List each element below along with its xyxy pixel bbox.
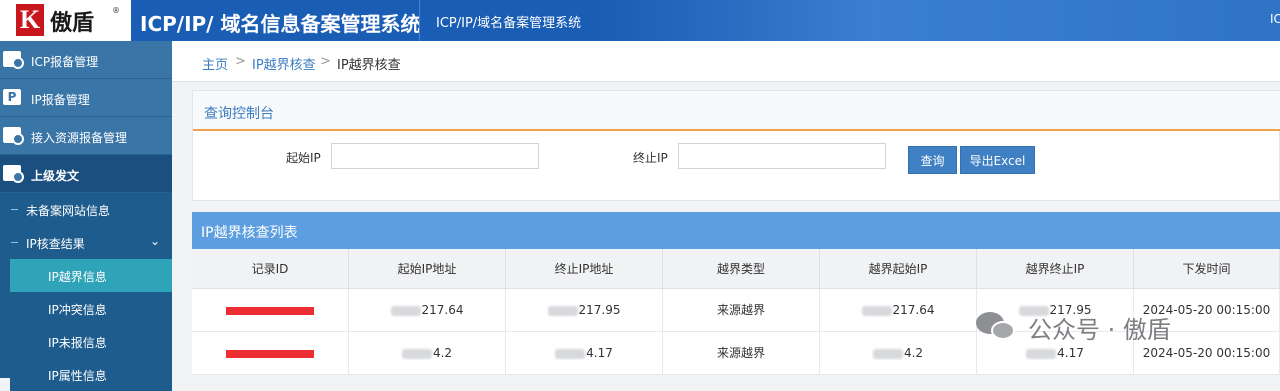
sidebar-item-label: 上级发文: [31, 169, 80, 183]
sidebar-item-label: 接入资源报备管理: [31, 131, 128, 145]
breadcrumb: 主页 > IP越界核查 > IP越界核查: [172, 41, 1280, 82]
end-ip-input[interactable]: [678, 143, 886, 169]
app-header: K 傲盾 ® ICP/IP/ 域名信息备案管理系统 ICP/IP/域名备案管理系…: [0, 0, 1280, 41]
blurred-text: [401, 348, 432, 359]
breadcrumb-ip-check[interactable]: IP越界核查: [252, 54, 316, 73]
column-header[interactable]: 越界起始IP: [820, 249, 977, 289]
sidebar-leaf-label: IP属性信息: [48, 369, 107, 383]
end-ip-value: 217.95: [578, 303, 621, 317]
table-cell-record-id: [192, 289, 349, 332]
column-header[interactable]: 终止IP地址: [506, 249, 663, 289]
sidebar-item-superior-docs[interactable]: 上级发文: [0, 155, 172, 193]
query-panel-title: 查询控制台: [204, 106, 274, 122]
table-cell-over-start: 4.2: [820, 332, 977, 375]
sidebar-sub-ip-check-results[interactable]: IP核查结果 ⌄: [0, 226, 172, 259]
sidebar-leaf-ip-attribute[interactable]: IP属性信息: [10, 358, 172, 391]
query-panel: 查询控制台 起始IP 终止IP 查询 导出Excel: [192, 90, 1280, 201]
sidebar-leaf-ip-unreported[interactable]: IP未报信息: [10, 325, 172, 358]
folder-gear-icon: [3, 51, 24, 69]
sidebar-leaf-label: IP冲突信息: [48, 303, 107, 317]
logo[interactable]: K 傲盾 ®: [0, 0, 131, 41]
table-cell-record-id: [192, 332, 349, 375]
blurred-text: [872, 348, 903, 359]
registered-mark: ®: [112, 6, 120, 15]
folder-gear-icon: [3, 127, 24, 145]
sidebar-leaf-ip-conflict[interactable]: IP冲突信息: [10, 292, 172, 325]
breadcrumb-separator: >: [235, 54, 246, 69]
search-button[interactable]: 查询: [908, 146, 957, 174]
header-banner: [600, 0, 1280, 41]
wechat-icon: [976, 312, 1018, 342]
start-ip-label: 起始IP: [286, 151, 321, 165]
list-header: IP越界核查列表: [192, 212, 1280, 249]
over-start-value: 4.2: [903, 346, 924, 360]
sidebar-item-label: ICP报备管理: [31, 55, 99, 69]
sidebar-sub-unfiled-sites[interactable]: 未备案网站信息: [0, 193, 172, 226]
sidebar: ICP报备管理 P IP报备管理 接入资源报备管理 上级发文 未备案网站信息 I…: [0, 41, 172, 391]
blurred-text: [861, 305, 892, 316]
column-header[interactable]: 越界类型: [663, 249, 820, 289]
column-header[interactable]: 记录ID: [192, 249, 349, 289]
breadcrumb-separator: >: [320, 54, 331, 69]
system-subtitle: ICP/IP/域名备案管理系统: [436, 16, 582, 31]
header-divider: [419, 0, 420, 41]
tree-dash: [11, 242, 18, 243]
blurred-text: [390, 305, 421, 316]
start-ip-value: 4.2: [432, 346, 453, 360]
sidebar-item-ip-filing[interactable]: P IP报备管理: [0, 79, 172, 117]
blurred-text: [555, 348, 586, 359]
sidebar-item-icp-filing[interactable]: ICP报备管理: [0, 41, 172, 79]
ip-icon: P: [3, 89, 21, 105]
redaction-mark: [226, 349, 314, 358]
redaction-mark: [226, 306, 314, 315]
sidebar-leaf-label: IP越界信息: [48, 270, 107, 284]
over-end-value: 4.17: [1057, 346, 1084, 360]
export-excel-button[interactable]: 导出Excel: [960, 146, 1035, 174]
logo-text: 傲盾: [50, 11, 95, 36]
sidebar-sub-label: IP核查结果: [26, 237, 85, 251]
tree-dash: [11, 209, 18, 210]
column-header[interactable]: 下发时间: [1134, 249, 1280, 289]
sidebar-leaf-label: IP未报信息: [48, 336, 107, 350]
system-title: ICP/IP/ 域名信息备案管理系统: [140, 12, 421, 36]
end-ip-value: 4.17: [586, 346, 613, 360]
breadcrumb-current: IP越界核查: [337, 58, 401, 73]
sidebar-sub-label: 未备案网站信息: [26, 204, 111, 218]
table-cell-end-ip: 4.17: [506, 332, 663, 375]
table-cell-start-ip: 217.64: [349, 289, 506, 332]
sidebar-leaf-ip-overrange[interactable]: IP越界信息: [10, 259, 172, 292]
sidebar-item-label: IP报备管理: [31, 93, 90, 107]
query-panel-header: 查询控制台: [193, 91, 1280, 131]
column-header[interactable]: 起始IP地址: [349, 249, 506, 289]
sidebar-item-access-resource[interactable]: 接入资源报备管理: [0, 117, 172, 155]
breadcrumb-home[interactable]: 主页: [202, 54, 228, 73]
table-cell-over-start: 217.64: [820, 289, 977, 332]
start-ip-input[interactable]: [331, 143, 539, 169]
end-ip-label: 终止IP: [633, 151, 668, 165]
blurred-text: [1026, 348, 1057, 359]
column-header[interactable]: 越界终止IP: [977, 249, 1134, 289]
folder-gear-icon: [3, 165, 24, 183]
table-cell-type: 来源越界: [663, 332, 820, 375]
list-title: IP越界核查列表: [201, 225, 298, 241]
chevron-down-icon[interactable]: ⌄: [150, 234, 160, 248]
user-menu[interactable]: IC: [1270, 12, 1280, 26]
watermark-text: 公众号 · 傲盾: [1028, 316, 1171, 344]
table-cell-type: 来源越界: [663, 289, 820, 332]
watermark: 公众号 · 傲盾: [976, 308, 1276, 348]
over-start-value: 217.64: [892, 303, 935, 317]
table-cell-end-ip: 217.95: [506, 289, 663, 332]
table-cell-start-ip: 4.2: [349, 332, 506, 375]
blurred-text: [547, 305, 578, 316]
start-ip-value: 217.64: [421, 303, 464, 317]
logo-mark-icon: K: [16, 4, 44, 36]
